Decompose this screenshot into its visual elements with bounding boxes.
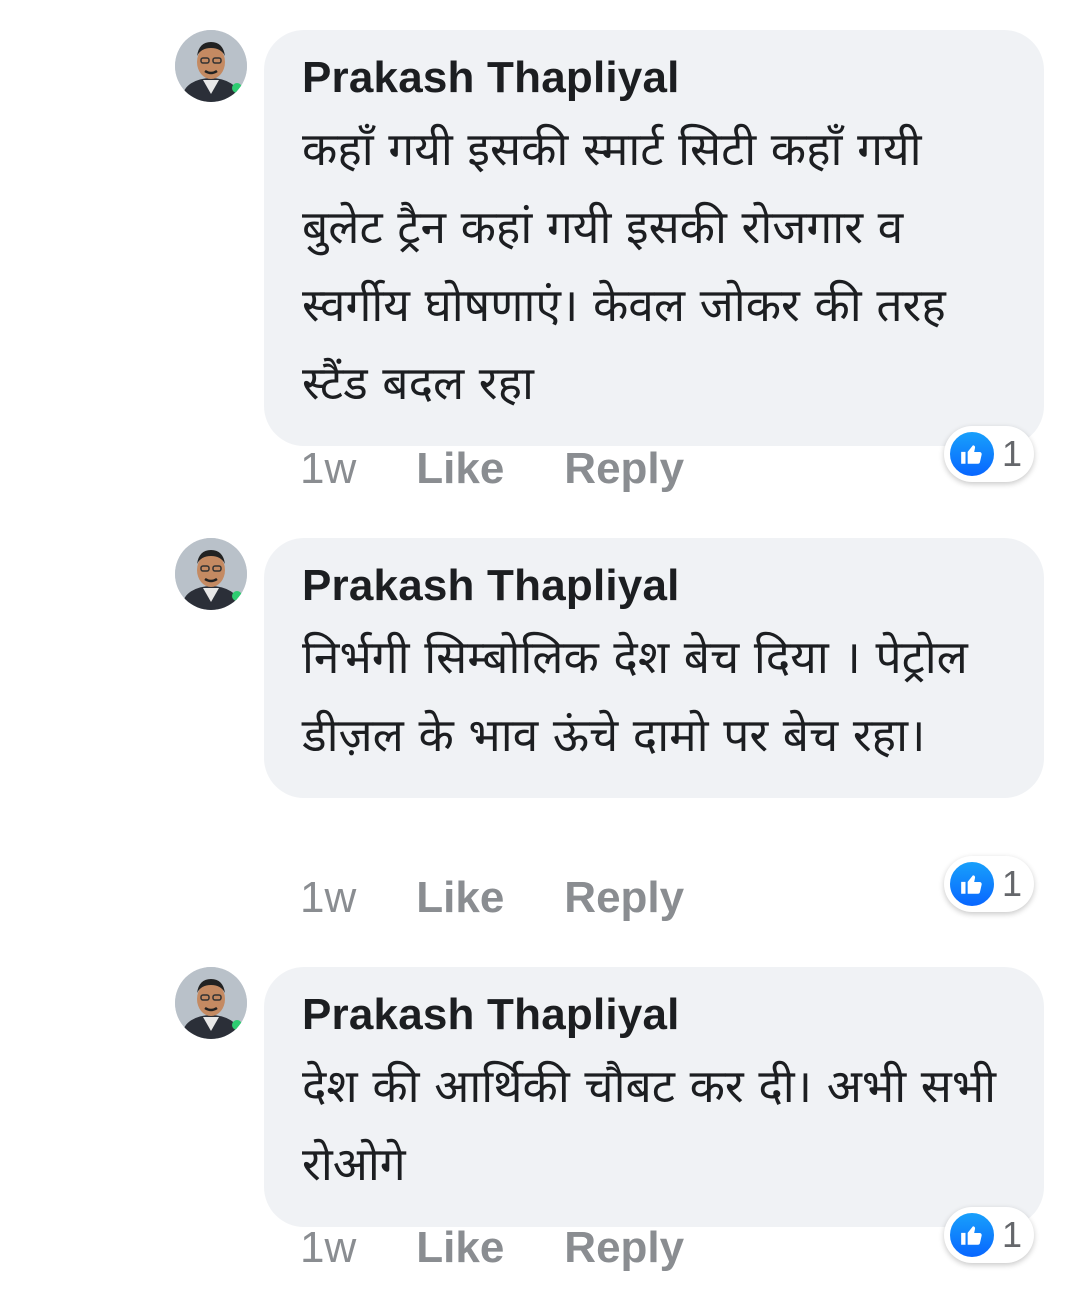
comment-text: निर्भगी सिम्बोलिक देश बेच दिया । पेट्रोल… <box>302 630 968 762</box>
comment-actions: 1w Like Reply <box>300 1223 684 1273</box>
avatar-image <box>175 538 247 610</box>
reaction-count: 1 <box>1002 433 1023 474</box>
avatar[interactable] <box>175 967 247 1039</box>
avatar-image <box>175 967 247 1039</box>
like-button[interactable]: Like <box>416 444 504 494</box>
like-button[interactable]: Like <box>416 873 504 923</box>
reaction-summary[interactable]: 1 <box>944 856 1034 912</box>
reaction-count: 1 <box>1002 863 1023 904</box>
comment-author[interactable]: Prakash Thapliyal <box>302 989 1014 1041</box>
comment-actions: 1w Like Reply <box>300 873 684 923</box>
comment-author[interactable]: Prakash Thapliyal <box>302 560 1014 612</box>
comment-actions: 1w Like Reply <box>300 444 684 494</box>
reaction-summary[interactable]: 1 <box>944 426 1034 482</box>
comment-bubble: Prakash Thapliyal कहाँ गयी इसकी स्मार्ट … <box>264 30 1044 446</box>
comment-bubble: Prakash Thapliyal देश की आर्थिकी चौबट कर… <box>264 967 1044 1227</box>
reply-button[interactable]: Reply <box>564 444 684 494</box>
avatar[interactable] <box>175 30 247 102</box>
comment-text: कहाँ गयी इसकी स्मार्ट सिटी कहाँ गयी बुले… <box>302 122 946 410</box>
reaction-summary[interactable]: 1 <box>944 1207 1034 1263</box>
thumbs-up-icon <box>948 430 996 478</box>
comment-text: देश की आर्थिकी चौबट कर दी। अभी सभी रोओगे <box>302 1059 997 1191</box>
comment-timestamp[interactable]: 1w <box>300 873 356 923</box>
comment-author[interactable]: Prakash Thapliyal <box>302 52 1014 104</box>
thumbs-up-icon <box>948 860 996 908</box>
avatar[interactable] <box>175 538 247 610</box>
like-button[interactable]: Like <box>416 1223 504 1273</box>
avatar-image <box>175 30 247 102</box>
thumbs-up-icon <box>948 1211 996 1259</box>
reaction-count: 1 <box>1002 1214 1023 1255</box>
comment-timestamp[interactable]: 1w <box>300 1223 356 1273</box>
reply-button[interactable]: Reply <box>564 873 684 923</box>
comment-timestamp[interactable]: 1w <box>300 444 356 494</box>
reply-button[interactable]: Reply <box>564 1223 684 1273</box>
comment-bubble: Prakash Thapliyal निर्भगी सिम्बोलिक देश … <box>264 538 1044 798</box>
